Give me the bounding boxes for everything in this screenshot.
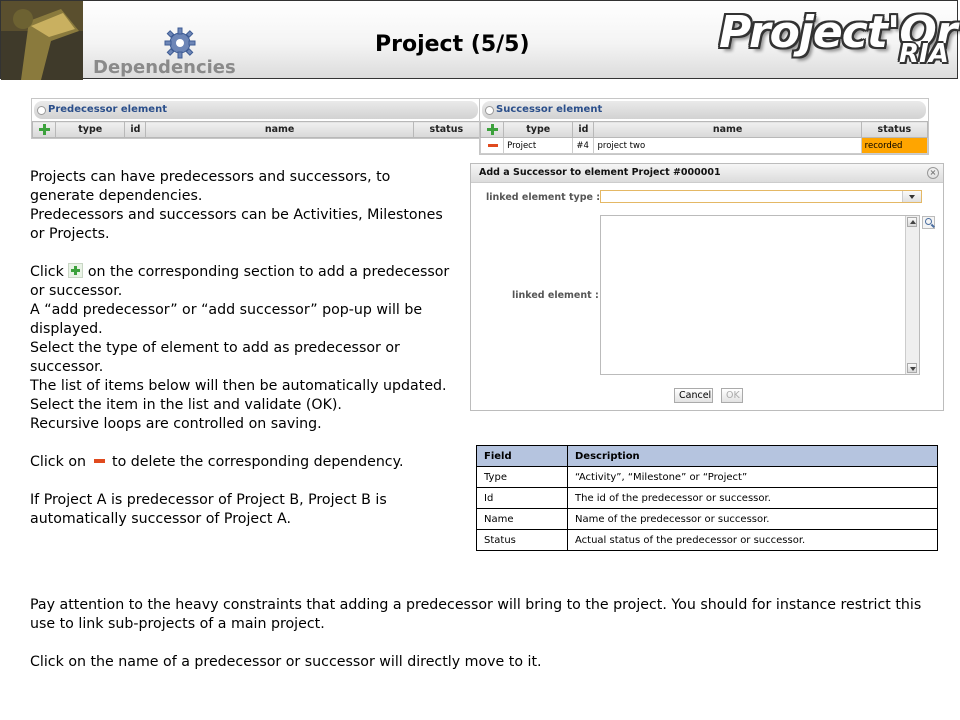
predecessor-panel-header[interactable]: Predecessor element bbox=[34, 101, 478, 119]
add-successor-dialog: Add a Successor to element Project #0000… bbox=[470, 163, 944, 411]
paragraph: Projects can have predecessors and succe… bbox=[30, 169, 391, 204]
logo-left bbox=[1, 1, 83, 80]
column-header: Field bbox=[476, 445, 568, 467]
chevron-down-icon[interactable] bbox=[902, 191, 921, 202]
successor-panel-header[interactable]: Successor element bbox=[482, 101, 926, 119]
page-title: Project (5/5) bbox=[375, 32, 530, 57]
paragraph: If Project A is predecessor of Project B… bbox=[30, 492, 387, 527]
table-row: Status Actual status of the predecessor … bbox=[476, 529, 938, 551]
column-header: status bbox=[860, 121, 929, 138]
text: on the corresponding section to add a pr… bbox=[30, 264, 450, 299]
text: Click bbox=[30, 264, 64, 280]
close-icon[interactable]: × bbox=[927, 167, 939, 179]
delete-successor-button[interactable] bbox=[479, 137, 505, 154]
cell-field: Status bbox=[476, 529, 568, 551]
paragraph: Click on the name of a predecessor or su… bbox=[30, 654, 542, 670]
cell-field: Type bbox=[476, 466, 568, 488]
cell-description: Name of the predecessor or successor. bbox=[567, 508, 938, 530]
column-header: name bbox=[593, 121, 862, 138]
collapse-icon[interactable] bbox=[37, 106, 46, 115]
text: to delete the corresponding dependency. bbox=[112, 454, 404, 470]
successor-panel: Successor element type id name status Pr… bbox=[479, 98, 929, 155]
cell-field: Name bbox=[476, 508, 568, 530]
linked-element-label: linked element : bbox=[512, 290, 599, 301]
cancel-button[interactable]: Cancel bbox=[674, 388, 713, 403]
description-text: Projects can have predecessors and succe… bbox=[30, 168, 450, 529]
cell-description: Actual status of the predecessor or succ… bbox=[567, 529, 938, 551]
collapse-icon[interactable] bbox=[485, 106, 494, 115]
cell-status: recorded bbox=[860, 137, 929, 154]
successor-panel-title: Successor element bbox=[496, 104, 603, 115]
text: Click on bbox=[30, 454, 86, 470]
column-header: Description bbox=[567, 445, 938, 467]
cell-description: The id of the predecessor or successor. bbox=[567, 487, 938, 509]
plus-icon bbox=[486, 124, 498, 135]
column-header: name bbox=[145, 121, 414, 138]
gear-icon bbox=[164, 27, 196, 59]
field-description-table: Field Description Type “Activity”, “Mile… bbox=[476, 445, 938, 551]
cell-name[interactable]: project two bbox=[593, 137, 862, 154]
table-row[interactable]: Project #4 project two recorded bbox=[479, 137, 929, 154]
column-header: type bbox=[55, 121, 126, 138]
minus-icon bbox=[93, 459, 105, 463]
predecessor-grid: type id name status bbox=[31, 121, 481, 138]
cell-type: Project bbox=[503, 137, 574, 154]
paragraph: Recursive loops are controlled on saving… bbox=[30, 416, 322, 432]
section-name: Dependencies bbox=[93, 57, 236, 78]
cell-description: “Activity”, “Milestone” or “Project” bbox=[567, 466, 938, 488]
predecessor-panel: Predecessor element type id name status bbox=[31, 98, 481, 139]
dialog-title: Add a Successor to element Project #0000… bbox=[479, 167, 721, 178]
paragraph: A “add predecessor” or “add successor” p… bbox=[30, 302, 423, 337]
linked-element-list[interactable] bbox=[600, 215, 920, 375]
column-header: type bbox=[503, 121, 574, 138]
add-successor-button[interactable] bbox=[479, 121, 505, 138]
search-icon[interactable] bbox=[922, 216, 935, 229]
plus-icon bbox=[68, 263, 84, 278]
paragraph: Click on the corresponding section to ad… bbox=[30, 263, 450, 301]
bottom-notes: Pay attention to the heavy constraints t… bbox=[30, 596, 930, 672]
minus-icon bbox=[488, 143, 499, 147]
column-header: status bbox=[412, 121, 481, 138]
table-row: Name Name of the predecessor or successo… bbox=[476, 508, 938, 530]
successor-grid: type id name status Project #4 project t… bbox=[479, 121, 929, 154]
cell-field: Id bbox=[476, 487, 568, 509]
paragraph: Select the item in the list and validate… bbox=[30, 397, 342, 413]
brand-logo-sub: RIA bbox=[899, 39, 949, 69]
linked-element-type-label: linked element type : bbox=[486, 192, 601, 203]
header-banner: Dependencies Project (5/5) Project'Or RI… bbox=[0, 0, 958, 80]
paragraph: Pay attention to the heavy constraints t… bbox=[30, 597, 922, 632]
predecessor-panel-title: Predecessor element bbox=[48, 104, 167, 115]
table-row: Type “Activity”, “Milestone” or “Project… bbox=[476, 466, 938, 488]
scrollbar[interactable] bbox=[905, 216, 919, 374]
add-predecessor-button[interactable] bbox=[31, 121, 57, 138]
column-header: id bbox=[572, 121, 595, 138]
scroll-down-icon[interactable] bbox=[907, 363, 917, 373]
linked-element-type-select[interactable] bbox=[600, 190, 922, 203]
scroll-up-icon[interactable] bbox=[907, 217, 917, 227]
paragraph: Predecessors and successors can be Activ… bbox=[30, 207, 443, 242]
plus-icon bbox=[38, 124, 50, 135]
ok-button[interactable]: OK bbox=[721, 388, 743, 403]
dialog-title-bar[interactable]: Add a Successor to element Project #0000… bbox=[471, 164, 943, 183]
column-header: id bbox=[124, 121, 147, 138]
table-row: Id The id of the predecessor or successo… bbox=[476, 487, 938, 509]
paragraph: Click on to delete the corresponding dep… bbox=[30, 453, 450, 472]
cell-id: #4 bbox=[572, 137, 595, 154]
paragraph: Select the type of element to add as pre… bbox=[30, 340, 400, 375]
paragraph: The list of items below will then be aut… bbox=[30, 378, 447, 394]
